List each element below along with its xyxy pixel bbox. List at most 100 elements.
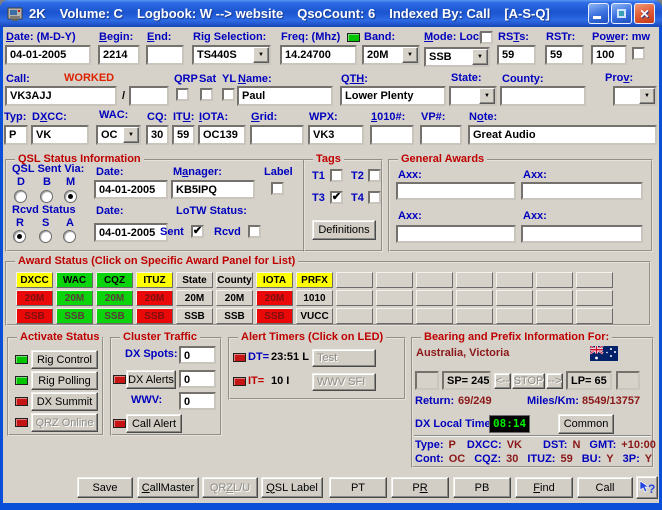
titlebar[interactable]: 2K Volume: C Logbook: W --> website QsoC… <box>0 0 662 27</box>
award-cell[interactable]: SSB <box>216 308 253 324</box>
call-suffix-field[interactable] <box>129 86 169 106</box>
award-cell-empty[interactable] <box>496 272 533 288</box>
callmaster-button[interactable]: CallMaster <box>137 477 199 498</box>
rcvd-s-radio[interactable] <box>39 230 52 243</box>
rig-selection-dropdown[interactable]: TS440S ▼ <box>192 45 271 65</box>
dx-alerts-button[interactable]: DX Alerts <box>126 370 176 389</box>
award-cell-empty[interactable] <box>456 272 493 288</box>
award-cell[interactable]: 1010 <box>296 290 333 306</box>
call-button[interactable]: Call <box>577 477 633 498</box>
award-cell-empty[interactable] <box>536 308 573 324</box>
award-cell[interactable]: CQZ <box>96 272 133 288</box>
award-cell[interactable]: DXCC <box>16 272 53 288</box>
pb-button[interactable]: PB <box>453 477 511 498</box>
award-cell[interactable]: SSB <box>136 308 173 324</box>
begin-field[interactable]: 2214 <box>98 45 140 65</box>
chevron-down-icon[interactable]: ▼ <box>639 88 655 104</box>
dx-summit-button[interactable]: DX Summit <box>31 392 98 411</box>
t1-checkbox[interactable] <box>330 169 343 182</box>
chevron-down-icon[interactable]: ▼ <box>479 88 495 104</box>
freq-field[interactable]: 14.24700 <box>280 45 357 65</box>
award-cell[interactable]: SSB <box>176 308 213 324</box>
date-field[interactable]: 04-01-2005 <box>5 45 91 65</box>
call-alert-button[interactable]: Call Alert <box>126 414 182 433</box>
award-cell-empty[interactable] <box>376 272 413 288</box>
award-cell-empty[interactable] <box>336 290 373 306</box>
t2-checkbox[interactable] <box>368 169 381 182</box>
sent-via-b-radio[interactable] <box>40 190 53 203</box>
award-cell[interactable]: 20M <box>96 290 133 306</box>
award-cell-empty[interactable] <box>416 308 453 324</box>
award-cell-empty[interactable] <box>416 290 453 306</box>
end-field[interactable] <box>146 45 184 65</box>
award-cell-empty[interactable] <box>376 290 413 306</box>
grid-field[interactable] <box>250 125 304 145</box>
rsts-field[interactable]: 59 <box>497 45 536 65</box>
note-field[interactable]: Great Audio <box>468 125 657 145</box>
call-field[interactable]: VK3AJJ <box>5 86 117 106</box>
close-button[interactable]: ✕ <box>634 3 655 24</box>
label-checkbox[interactable] <box>271 182 284 195</box>
pt-button[interactable]: PT <box>329 477 387 498</box>
award-cell-empty[interactable] <box>536 272 573 288</box>
qth-field[interactable]: Lower Plenty <box>340 86 446 106</box>
sent-via-d-radio[interactable] <box>14 190 27 203</box>
power-checkbox[interactable] <box>632 47 645 60</box>
award-cell[interactable]: 20M <box>136 290 173 306</box>
award-cell[interactable]: 20M <box>176 290 213 306</box>
award-cell-empty[interactable] <box>456 308 493 324</box>
award-cell[interactable]: SSB <box>16 308 53 324</box>
award-cell[interactable]: ITUZ <box>136 272 173 288</box>
award-cell[interactable]: 20M <box>256 290 293 306</box>
mode-lock-checkbox[interactable] <box>480 31 493 44</box>
rig-control-button[interactable]: Rig Control <box>31 350 98 369</box>
chevron-down-icon[interactable]: ▼ <box>253 47 269 63</box>
axx3-field[interactable] <box>396 225 516 243</box>
award-cell-empty[interactable] <box>576 290 613 306</box>
award-cell[interactable]: IOTA <box>256 272 293 288</box>
yl-checkbox[interactable] <box>222 88 235 101</box>
typ-field[interactable]: P <box>4 125 28 145</box>
award-cell[interactable]: 20M <box>16 290 53 306</box>
lotw-rcvd-checkbox[interactable] <box>248 225 261 238</box>
award-cell-empty[interactable] <box>336 272 373 288</box>
save-button[interactable]: Save <box>77 477 133 498</box>
rstr-field[interactable]: 59 <box>545 45 584 65</box>
award-cell-empty[interactable] <box>576 308 613 324</box>
wpx-field[interactable]: VK3 <box>308 125 364 145</box>
band-dropdown[interactable]: 20M ▼ <box>362 45 420 65</box>
chevron-down-icon[interactable]: ▼ <box>123 127 139 143</box>
cq-field[interactable]: 30 <box>146 125 169 145</box>
award-cell[interactable]: SSB <box>256 308 293 324</box>
mode-dropdown[interactable]: SSB ▼ <box>424 47 490 67</box>
axx1-field[interactable] <box>396 182 516 200</box>
award-cell[interactable]: WAC <box>56 272 93 288</box>
t4-checkbox[interactable] <box>368 191 381 204</box>
dt-timer-led[interactable] <box>233 353 246 362</box>
prov-dropdown[interactable]: ▼ <box>613 86 657 106</box>
rcvd-a-radio[interactable] <box>63 230 76 243</box>
award-cell-empty[interactable] <box>496 308 533 324</box>
qrp-checkbox[interactable] <box>176 88 189 101</box>
award-cell-empty[interactable] <box>456 290 493 306</box>
award-cell-empty[interactable] <box>496 290 533 306</box>
award-cell-empty[interactable] <box>416 272 453 288</box>
axx4-field[interactable] <box>521 225 643 243</box>
lotw-sent-checkbox[interactable]: ✔ <box>191 225 204 238</box>
power-field[interactable]: 100 <box>591 45 627 65</box>
award-cell-empty[interactable] <box>576 272 613 288</box>
vp-field[interactable] <box>420 125 462 145</box>
name-field[interactable]: Paul <box>237 86 333 106</box>
manager-field[interactable]: KB5IPQ <box>171 180 255 199</box>
award-cell[interactable]: SSB <box>96 308 133 324</box>
award-cell[interactable]: 20M <box>56 290 93 306</box>
it-timer-led[interactable] <box>233 377 246 386</box>
axx2-field[interactable] <box>521 182 643 200</box>
award-cell[interactable]: VUCC <box>296 308 333 324</box>
dxcc-field[interactable]: VK <box>31 125 89 145</box>
t3-checkbox[interactable]: ✔ <box>330 191 343 204</box>
sent-via-m-radio[interactable] <box>64 190 77 203</box>
chevron-down-icon[interactable]: ▼ <box>402 47 418 63</box>
award-cell-empty[interactable] <box>336 308 373 324</box>
qsl-sent-date-field[interactable]: 04-01-2005 <box>94 180 168 199</box>
